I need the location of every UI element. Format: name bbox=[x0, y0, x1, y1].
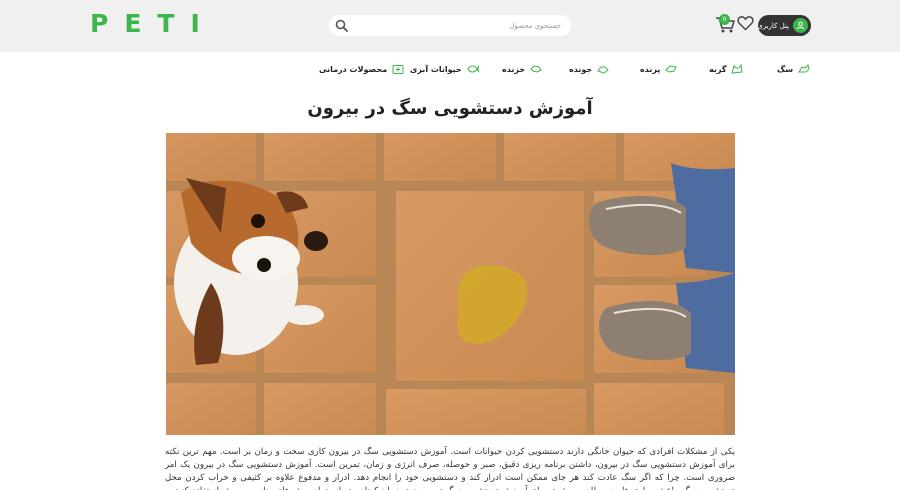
nav-item-bird[interactable]: پرنده bbox=[640, 62, 678, 76]
dog-icon bbox=[798, 64, 810, 73]
heart-icon[interactable] bbox=[737, 15, 754, 31]
nav-label: جونده bbox=[569, 64, 593, 74]
cart-count-badge: 0 bbox=[719, 14, 730, 25]
nav-label: حیوانات آبزی bbox=[410, 64, 462, 74]
article-body: یکی از مشکلات افرادی که حیوان خانگی دارن… bbox=[165, 447, 735, 490]
dog-photo bbox=[166, 133, 735, 435]
fish-icon bbox=[467, 65, 479, 73]
nav-item-aquatic[interactable]: حیوانات آبزی bbox=[410, 62, 479, 76]
user-panel-label: پنل کاربری bbox=[757, 21, 789, 30]
rodent-icon bbox=[597, 66, 609, 74]
logo-letter: P bbox=[90, 9, 125, 38]
article-image bbox=[166, 133, 735, 435]
user-icon bbox=[793, 18, 808, 33]
search-icon[interactable] bbox=[335, 19, 348, 32]
nav-label: سگ bbox=[777, 64, 794, 74]
logo-letter: T bbox=[157, 9, 191, 38]
user-panel-button[interactable]: پنل کاربری bbox=[757, 15, 811, 36]
nav-label: خزنده bbox=[502, 64, 526, 74]
reptile-icon bbox=[530, 65, 542, 73]
nav-label: گربه bbox=[709, 64, 727, 74]
logo-letter: E bbox=[124, 9, 158, 38]
bird-icon bbox=[665, 65, 678, 73]
site-logo[interactable]: P E T I bbox=[90, 9, 216, 38]
nav-item-reptile[interactable]: خزنده bbox=[502, 62, 542, 76]
search-input[interactable] bbox=[355, 15, 565, 36]
nav-label: محصولات درمانی bbox=[319, 64, 388, 74]
nav-item-medical[interactable]: محصولات درمانی bbox=[319, 62, 404, 76]
nav-item-rodent[interactable]: جونده bbox=[569, 62, 609, 76]
medical-icon bbox=[392, 65, 404, 74]
nav-item-dog[interactable]: سگ bbox=[777, 62, 810, 76]
nav-item-cat[interactable]: گربه bbox=[709, 62, 744, 76]
logo-letter: I bbox=[190, 9, 216, 38]
cat-icon bbox=[731, 64, 744, 74]
nav-label: پرنده bbox=[640, 64, 661, 74]
article-title: آموزش دستشویی سگ در بیرون bbox=[307, 98, 593, 119]
